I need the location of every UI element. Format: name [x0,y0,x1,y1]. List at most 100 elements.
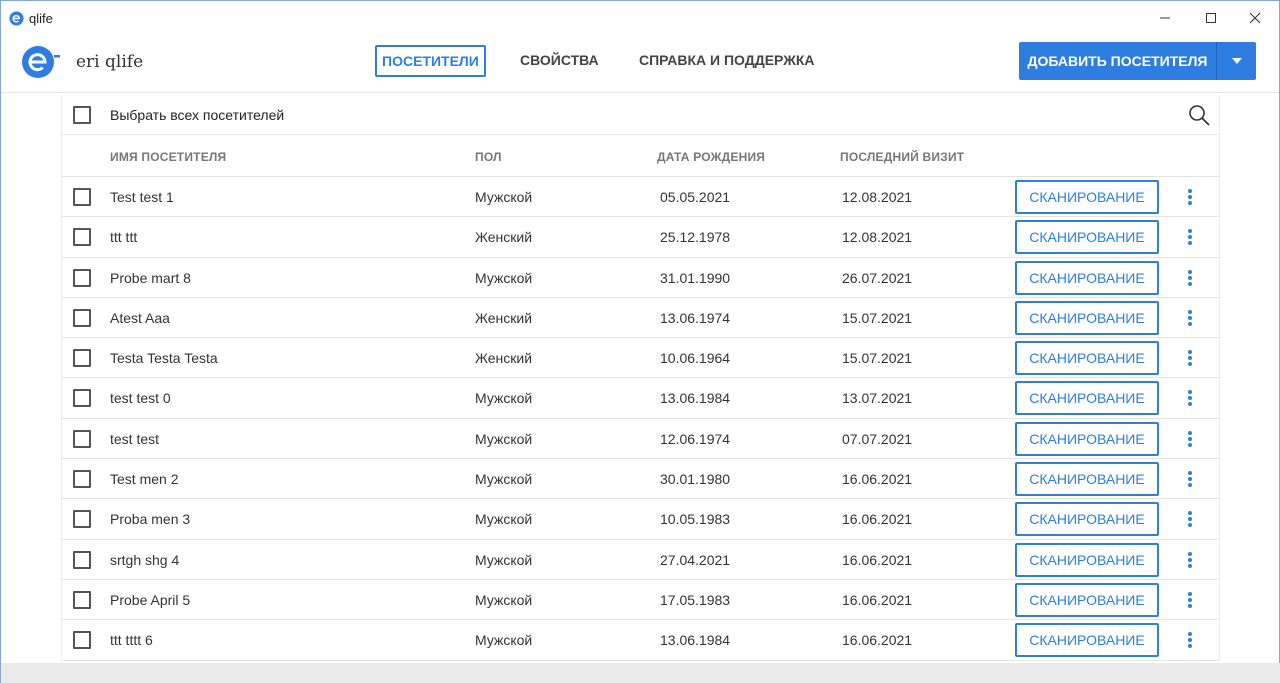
row-checkbox[interactable] [73,590,91,609]
visitor-birthdate: 12.06.1974 [660,430,731,447]
row-checkbox[interactable] [73,188,91,206]
visitors-panel: Выбрать всех посетителей ИМЯ ПОСЕТИТЕЛЯ … [61,95,1220,661]
column-header-sex[interactable]: ПОЛ [475,150,502,164]
visitor-last-visit: 12.08.2021 [842,189,913,205]
more-options-button[interactable] [1180,348,1200,368]
visitor-sex: Мужской [475,591,533,608]
more-vertical-icon [1188,591,1192,608]
column-header-birthdate[interactable]: ДАТА РОЖДЕНИЯ [657,150,765,164]
table-row[interactable]: Testa Testa Testa Женский 10.06.1964 15.07.… [62,338,1219,379]
more-options-button[interactable] [1180,268,1200,288]
maximize-icon [1206,13,1216,23]
visitor-last-visit: 07.07.2021 [842,430,913,447]
table-row[interactable]: test test Мужской 12.06.1974 07.07.2021 СКАН… [62,419,1219,460]
row-checkbox[interactable] [73,631,91,650]
visitor-birthdate: 13.06.1984 [660,390,731,407]
title-bar: qlife [1,1,1279,35]
row-checkbox[interactable] [73,550,91,569]
row-checkbox[interactable] [73,349,91,368]
brand-name: eri qlife [76,52,144,72]
scan-button[interactable]: СКАНИРОВАНИЕ [1015,180,1159,214]
window-title: qlife [29,11,53,26]
scan-button[interactable]: СКАНИРОВАНИЕ [1015,381,1159,416]
close-icon [1249,12,1261,24]
visitor-sex: Мужской [475,632,533,649]
more-vertical-icon [1188,189,1192,205]
visitor-name: Proba men 3 [110,511,191,528]
visitor-sex: Мужской [475,471,533,488]
table-row[interactable]: Probe April 5 Мужской 17.05.1983 16.06.2021… [62,580,1219,621]
scan-button[interactable]: СКАНИРОВАНИЕ [1015,462,1159,497]
row-checkbox[interactable] [73,510,91,529]
table-row[interactable]: Proba men 3 Мужской 10.05.1983 16.06.2021 СК… [62,499,1219,540]
add-visitor-button[interactable]: ДОБАВИТЬ ПОСЕТИТЕЛЯ [1019,42,1216,80]
row-checkbox[interactable] [73,429,91,448]
visitor-last-visit: 15.07.2021 [842,309,913,326]
add-visitor-dropdown-button[interactable] [1217,42,1256,80]
more-vertical-icon [1188,511,1192,528]
minimize-button[interactable] [1142,1,1188,35]
column-header-last-visit[interactable]: ПОСЛЕДНИЙ ВИЗИТ [840,150,964,164]
close-button[interactable] [1232,1,1278,35]
table-row[interactable]: Test men 2 Мужской 30.01.1980 16.06.2021 СКА… [62,459,1219,500]
visitor-birthdate: 31.01.1990 [660,269,731,286]
table-row[interactable]: Probe mart 8 Мужской 31.01.1990 26.07.2021 С… [62,258,1219,298]
table-row[interactable]: test test 0 Мужской 13.06.1984 13.07.2021 СК… [62,378,1219,419]
visitor-last-visit: 15.07.2021 [842,350,913,367]
more-options-button[interactable] [1180,429,1200,449]
more-vertical-icon [1188,269,1192,286]
more-options-button[interactable] [1180,187,1200,207]
table-row[interactable]: Test test 1 Мужской 05.05.2021 12.08.2021 СК… [62,177,1219,218]
more-options-button[interactable] [1180,509,1200,529]
maximize-button[interactable] [1188,1,1234,35]
scan-button[interactable]: СКАНИРОВАНИЕ [1015,220,1159,255]
visitor-last-visit: 13.07.2021 [842,390,913,407]
row-checkbox[interactable] [73,228,91,247]
app-header: eri qlife ПОСЕТИТЕЛИ СВОЙСТВА СПРАВКА И … [1,35,1279,93]
scan-button[interactable]: СКАНИРОВАНИЕ [1015,260,1159,295]
visitor-sex: Мужской [475,269,533,286]
visitor-name: ttt ttt [110,229,138,246]
scan-button[interactable]: СКАНИРОВАНИЕ [1015,421,1159,456]
visitor-sex: Женский [475,350,533,367]
more-vertical-icon [1188,430,1192,447]
more-options-button[interactable] [1180,388,1200,408]
scan-button[interactable]: СКАНИРОВАНИЕ [1015,623,1159,658]
row-checkbox[interactable] [73,389,91,408]
visitor-last-visit: 12.08.2021 [842,229,913,246]
scan-button[interactable]: СКАНИРОВАНИЕ [1015,502,1159,537]
table-row[interactable]: ttt ttt Женский 25.12.1978 12.08.2021 СКАНИР… [62,217,1219,258]
visitor-sex: Женский [475,229,533,246]
more-vertical-icon [1188,229,1192,246]
row-checkbox[interactable] [73,470,91,489]
app-window: qlife eri qlife ПОСЕТИТЕЛИ СВОЙСТВА СПРА… [0,0,1280,683]
visitor-last-visit: 16.06.2021 [842,471,913,488]
scan-button[interactable]: СКАНИРОВАНИЕ [1015,582,1159,617]
row-checkbox[interactable] [73,268,91,287]
more-options-button[interactable] [1180,469,1200,489]
more-options-button[interactable] [1180,308,1200,328]
table-row[interactable]: srtgh shg 4 Мужской 27.04.2021 16.06.2021 СК… [62,540,1219,580]
tab-visitors[interactable]: ПОСЕТИТЕЛИ [375,45,486,77]
more-options-button[interactable] [1180,550,1200,570]
scan-button[interactable]: СКАНИРОВАНИЕ [1015,300,1159,335]
visitor-sex: Мужской [475,189,533,205]
row-checkbox[interactable] [73,308,91,327]
more-options-button[interactable] [1180,227,1200,247]
tab-help-support[interactable]: СПРАВКА И ПОДДЕРЖКА [639,45,815,77]
add-visitor-split-button: ДОБАВИТЬ ПОСЕТИТЕЛЯ [1019,42,1256,80]
column-header-name[interactable]: ИМЯ ПОСЕТИТЕЛЯ [110,150,226,164]
select-all-checkbox[interactable] [73,106,91,124]
more-options-button[interactable] [1180,590,1200,610]
horizontal-scrollbar[interactable] [1,663,1280,683]
visitor-name: srtgh shg 4 [110,551,180,568]
more-options-button[interactable] [1180,630,1200,650]
table-row[interactable]: ttt tttt 6 Мужской 13.06.1984 16.06.2021 СКА… [62,620,1219,661]
brand-logo-icon [22,46,60,78]
table-row[interactable]: Atest Aaa Женский 13.06.1974 15.07.2021 СКАН… [62,298,1219,339]
search-icon[interactable] [1188,104,1210,126]
scan-button[interactable]: СКАНИРОВАНИЕ [1015,542,1159,577]
visitor-name: test test [110,430,160,447]
tab-properties[interactable]: СВОЙСТВА [520,45,599,77]
scan-button[interactable]: СКАНИРОВАНИЕ [1015,341,1159,376]
